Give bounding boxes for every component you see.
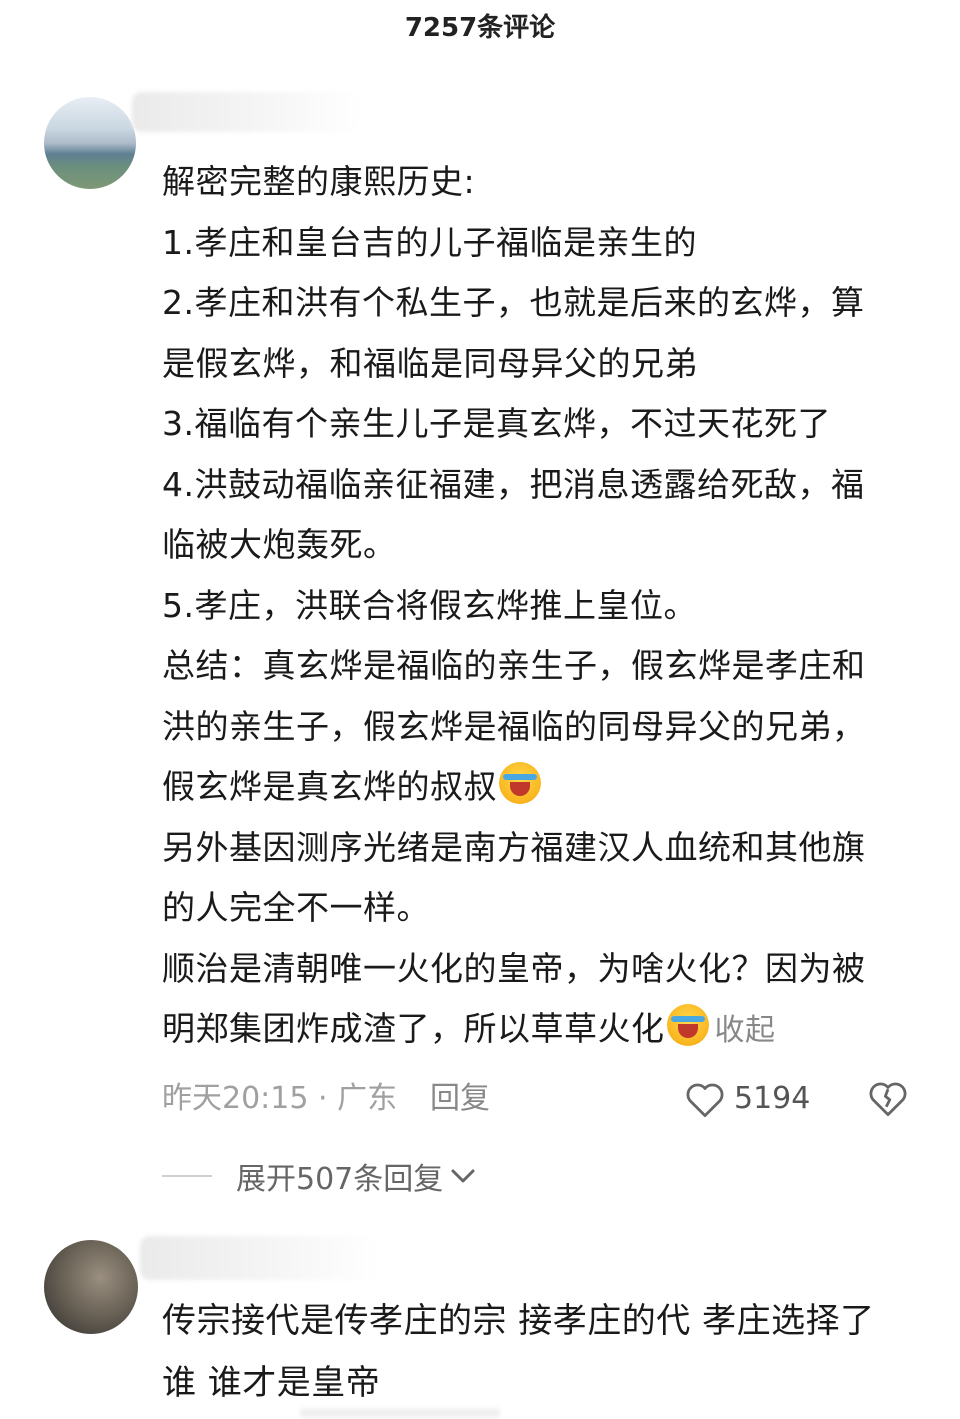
divider [300,1408,500,1418]
like-button[interactable]: 5194 [684,1074,810,1124]
comment-line: 3.福临有个亲生儿子是真玄烨，不过天花死了 [162,404,831,443]
timestamp-location: 昨天20:15 · 广东 [162,1081,398,1116]
comment-text: 解密完整的康熙历史: 1.孝庄和皇台吉的儿子福临是亲生的 2.孝庄和洪有个私生子… [162,152,922,1062]
comment-line: 2.孝庄和洪有个私生子，也就是后来的玄烨，算 [162,283,865,322]
comments-count-title: 7257条评论 [404,13,556,43]
laugh-cry-emoji-icon [499,762,541,804]
comment-line-with-emoji: 假玄烨是真玄烨的叔叔 [162,757,922,818]
comment-line: 总结：真玄烨是福临的亲生子，假玄烨是孝庄和 [162,646,866,685]
comment-line: 是假玄烨，和福临是同母异父的兄弟 [162,343,698,383]
username-redacted [132,92,362,132]
comment-line: 5.孝庄，洪联合将假玄烨推上皇位。 [162,585,697,625]
comment-line: 另外基因测序光绪是南方福建汉人血统和其他旗 [162,827,866,867]
comment-line: 谁 谁才是皇帝 [162,1363,381,1403]
reply-button[interactable]: 回复 [430,1074,490,1124]
broken-heart-icon[interactable] [867,1078,909,1118]
comment-meta: 昨天20:15 · 广东 回复 5194 [162,1074,922,1124]
avatar[interactable] [44,97,136,189]
username-redacted [140,1236,380,1280]
expand-replies-label[interactable]: 展开507条回复 [236,1154,443,1198]
comment-line-text: 明郑集团炸成渣了，所以草草火化 [162,1009,665,1048]
avatar[interactable] [44,1240,138,1334]
expand-replies[interactable]: 展开507条回复 [162,1152,477,1200]
comment-line: 的人完全不一样。 [162,888,430,927]
comment-line: 解密完整的康熙历史: [162,162,476,201]
divider [162,1175,212,1177]
comment-line: 传宗接代是传孝庄的宗 接孝庄的代 孝庄选择了 [162,1301,875,1341]
chevron-down-icon[interactable] [449,1166,477,1186]
comment-line-text: 假玄烨是真玄烨的叔叔 [162,767,497,806]
heart-outline-icon [686,1083,724,1118]
comment-line: 4.洪鼓动福临亲征福建，把消息透露给死敌，福 [162,464,865,504]
like-count: 5194 [734,1081,811,1116]
comment-text: 传宗接代是传孝庄的宗 接孝庄的代 孝庄选择了 谁 谁才是皇帝 [162,1290,922,1414]
comment-line-with-emoji: 明郑集团炸成渣了，所以草草火化 收起 [162,999,922,1062]
collapse-button[interactable]: 收起 [715,1013,776,1048]
laugh-cry-emoji-icon [666,1004,709,1046]
comment-line: 临被大炮轰死。 [162,525,397,564]
comment-line: 洪的亲生子，假玄烨是福临的同母异父的兄弟， [162,706,866,746]
comment-line: 顺治是清朝唯一火化的皇帝，为啥火化？因为被 [162,948,866,988]
comment-line: 1.孝庄和皇台吉的儿子福临是亲生的 [162,222,697,262]
